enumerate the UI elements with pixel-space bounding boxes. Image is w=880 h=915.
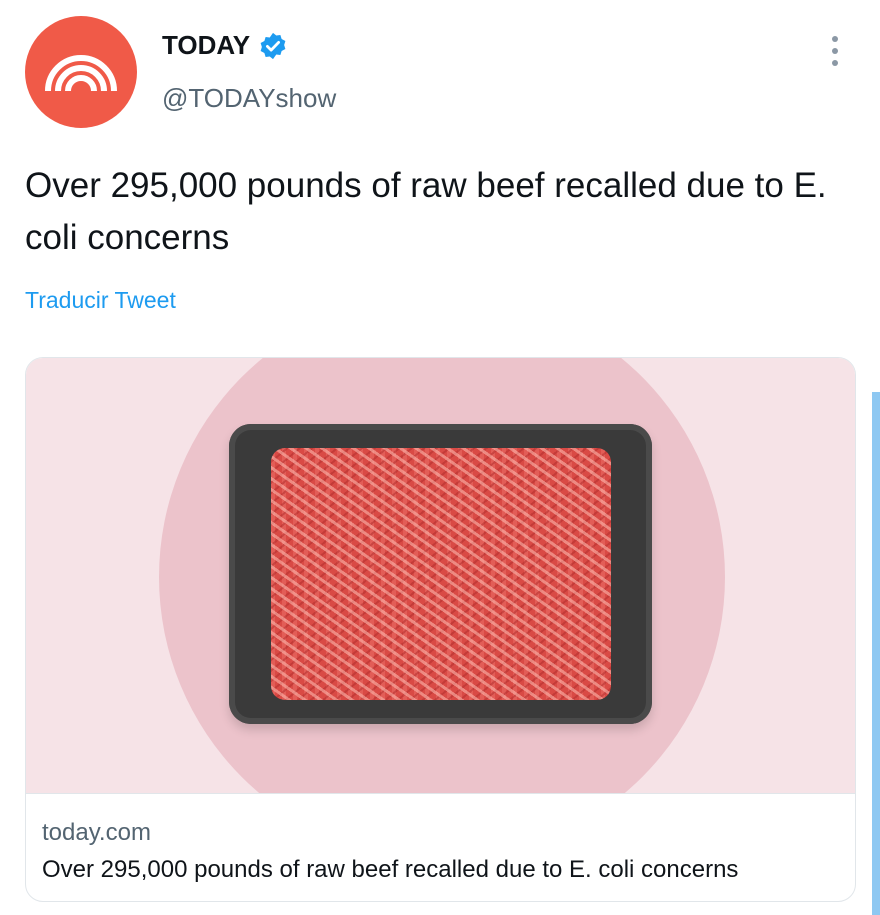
translate-tweet-link[interactable]: Traducir Tweet: [25, 287, 176, 314]
ground-beef-tray-image: [229, 424, 652, 724]
tweet-text: Over 295,000 pounds of raw beef recalled…: [25, 166, 827, 257]
link-card-footer[interactable]: today.com Over 295,000 pounds of raw bee…: [26, 793, 855, 901]
link-card[interactable]: today.com Over 295,000 pounds of raw bee…: [25, 357, 856, 902]
display-name[interactable]: TODAY: [162, 30, 250, 61]
link-card-title: Over 295,000 pounds of raw beef recalled…: [42, 856, 739, 883]
link-card-domain: today.com: [42, 819, 151, 846]
scrollbar[interactable]: [872, 392, 880, 915]
account-name-row: TODAY: [162, 30, 288, 61]
more-options-icon[interactable]: [823, 34, 847, 68]
account-handle[interactable]: @TODAYshow: [162, 83, 336, 114]
avatar[interactable]: [25, 16, 137, 128]
ground-beef: [271, 448, 611, 700]
verified-badge-icon: [260, 32, 286, 59]
link-card-image[interactable]: [26, 358, 855, 793]
today-logo-icon: [45, 55, 117, 92]
